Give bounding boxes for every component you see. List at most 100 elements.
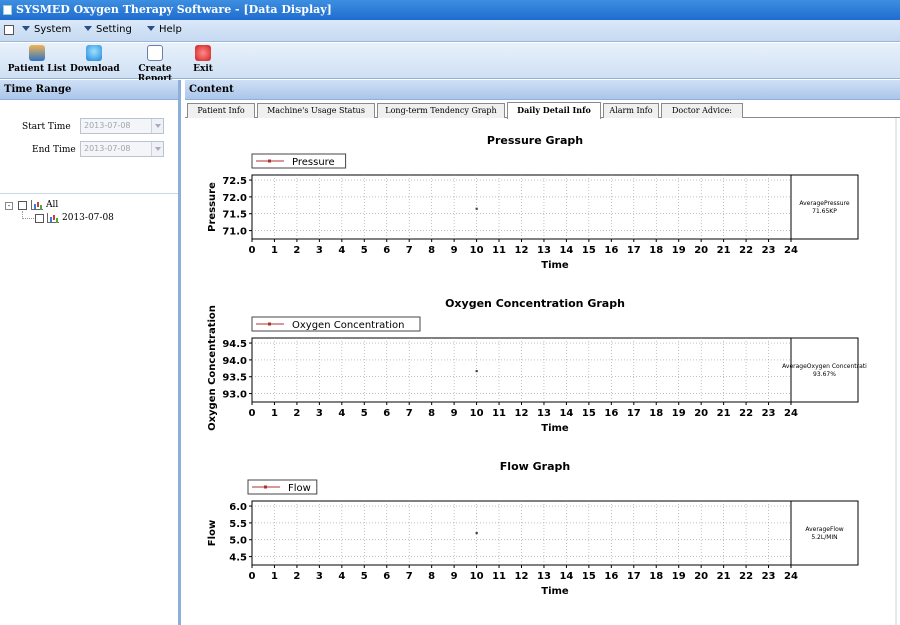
oxygen-average-label: AverageOxygen Concentrati xyxy=(782,363,867,370)
pressure-legend-marker xyxy=(268,159,271,163)
oxygen-x-tick-label: 1 xyxy=(271,408,278,419)
pressure-x-tick-label: 3 xyxy=(316,245,323,256)
flow-x-tick-label: 12 xyxy=(515,571,529,582)
pressure-x-tick-label: 21 xyxy=(717,245,731,256)
oxygen-x-tick-label: 21 xyxy=(717,408,731,419)
oxygen-x-tick-label: 0 xyxy=(249,408,256,419)
pressure-average-value: 71.65KP xyxy=(812,208,837,215)
flow-legend-marker xyxy=(264,485,267,489)
oxygen-x-axis-title: Time xyxy=(541,423,569,434)
pressure-x-tick-label: 11 xyxy=(492,245,506,256)
oxygen-x-tick-label: 19 xyxy=(672,408,686,419)
pressure-y-tick-label: 72.0 xyxy=(222,193,247,204)
oxygen-x-tick-label: 12 xyxy=(515,408,529,419)
flow-y-tick-label: 5.0 xyxy=(229,536,247,547)
pressure-chart-title: Pressure Graph xyxy=(487,134,583,147)
oxygen-x-tick-label: 10 xyxy=(470,408,484,419)
pressure-x-tick-label: 23 xyxy=(762,245,776,256)
flow-x-tick-label: 8 xyxy=(428,571,435,582)
flow-x-tick-label: 16 xyxy=(604,571,618,582)
oxygen-x-tick-label: 22 xyxy=(739,408,753,419)
pressure-data-point xyxy=(475,207,478,210)
flow-x-tick-label: 9 xyxy=(451,571,458,582)
oxygen-data-point xyxy=(475,370,478,373)
oxygen-y-tick-label: 93.5 xyxy=(222,373,247,384)
flow-x-axis-title: Time xyxy=(541,586,569,597)
oxygen-x-tick-label: 9 xyxy=(451,408,458,419)
flow-x-tick-label: 0 xyxy=(249,571,256,582)
pressure-average-label: AveragePressure xyxy=(799,200,850,207)
pressure-x-tick-label: 4 xyxy=(338,245,345,256)
flow-x-tick-label: 19 xyxy=(672,571,686,582)
pressure-y-tick-label: 71.0 xyxy=(222,227,247,238)
pressure-x-tick-label: 7 xyxy=(406,245,413,256)
pressure-y-tick-label: 72.5 xyxy=(222,176,247,187)
oxygen-x-tick-label: 4 xyxy=(338,408,345,419)
pressure-y-axis-title: Pressure xyxy=(207,182,218,232)
oxygen-x-tick-label: 6 xyxy=(383,408,390,419)
pressure-x-tick-label: 15 xyxy=(582,245,596,256)
flow-average-box xyxy=(790,500,859,566)
flow-x-tick-label: 11 xyxy=(492,571,506,582)
pressure-y-tick-label: 71.5 xyxy=(222,210,247,221)
oxygen-x-tick-label: 7 xyxy=(406,408,413,419)
oxygen-x-tick-label: 18 xyxy=(649,408,663,419)
flow-data-point xyxy=(475,532,478,535)
flow-x-tick-label: 5 xyxy=(361,571,368,582)
oxygen-x-tick-label: 5 xyxy=(361,408,368,419)
pressure-x-tick-label: 5 xyxy=(361,245,368,256)
flow-x-tick-label: 2 xyxy=(293,571,300,582)
oxygen-x-tick-label: 14 xyxy=(559,408,573,419)
pressure-x-tick-label: 6 xyxy=(383,245,390,256)
pressure-x-tick-label: 8 xyxy=(428,245,435,256)
flow-x-tick-label: 17 xyxy=(627,571,641,582)
pressure-x-tick-label: 22 xyxy=(739,245,753,256)
pressure-x-tick-label: 1 xyxy=(271,245,278,256)
flow-x-tick-label: 1 xyxy=(271,571,278,582)
pressure-x-tick-label: 18 xyxy=(649,245,663,256)
oxygen-x-tick-label: 16 xyxy=(604,408,618,419)
pressure-x-tick-label: 0 xyxy=(249,245,256,256)
pressure-x-tick-label: 13 xyxy=(537,245,551,256)
oxygen-x-tick-label: 11 xyxy=(492,408,506,419)
flow-x-tick-label: 22 xyxy=(739,571,753,582)
pressure-x-tick-label: 19 xyxy=(672,245,686,256)
oxygen-average-value: 93.67% xyxy=(813,371,836,378)
oxygen-x-tick-label: 17 xyxy=(627,408,641,419)
pressure-x-axis-title: Time xyxy=(541,260,569,271)
flow-x-tick-label: 3 xyxy=(316,571,323,582)
pressure-x-tick-label: 10 xyxy=(470,245,484,256)
flow-x-tick-label: 4 xyxy=(338,571,345,582)
flow-x-tick-label: 13 xyxy=(537,571,551,582)
flow-y-tick-label: 5.5 xyxy=(229,519,247,530)
flow-x-tick-label: 23 xyxy=(762,571,776,582)
flow-x-tick-label: 24 xyxy=(784,571,798,582)
pressure-legend-label: Pressure xyxy=(292,157,335,168)
flow-y-axis-title: Flow xyxy=(207,520,218,546)
oxygen-x-tick-label: 8 xyxy=(428,408,435,419)
flow-x-tick-label: 18 xyxy=(649,571,663,582)
pressure-x-tick-label: 12 xyxy=(515,245,529,256)
flow-y-tick-label: 4.5 xyxy=(229,553,247,564)
flow-x-tick-label: 10 xyxy=(470,571,484,582)
oxygen-x-tick-label: 2 xyxy=(293,408,300,419)
oxygen-x-tick-label: 3 xyxy=(316,408,323,419)
pressure-x-tick-label: 2 xyxy=(293,245,300,256)
flow-x-tick-label: 20 xyxy=(694,571,708,582)
flow-x-tick-label: 15 xyxy=(582,571,596,582)
oxygen-legend-label: Oxygen Concentration xyxy=(292,320,404,331)
oxygen-average-box xyxy=(790,337,859,403)
flow-x-tick-label: 7 xyxy=(406,571,413,582)
oxygen-x-tick-label: 20 xyxy=(694,408,708,419)
oxygen-chart-title: Oxygen Concentration Graph xyxy=(445,297,625,310)
oxygen-x-tick-label: 24 xyxy=(784,408,798,419)
pressure-x-tick-label: 16 xyxy=(604,245,618,256)
flow-average-label: AverageFlow xyxy=(805,526,843,533)
oxygen-x-tick-label: 13 xyxy=(537,408,551,419)
oxygen-x-tick-label: 15 xyxy=(582,408,596,419)
flow-average-value: 5.2L/MIN xyxy=(811,534,837,541)
pressure-average-box xyxy=(790,174,859,240)
flow-legend-label: Flow xyxy=(288,483,311,494)
pressure-x-tick-label: 9 xyxy=(451,245,458,256)
flow-y-tick-label: 6.0 xyxy=(229,502,247,513)
